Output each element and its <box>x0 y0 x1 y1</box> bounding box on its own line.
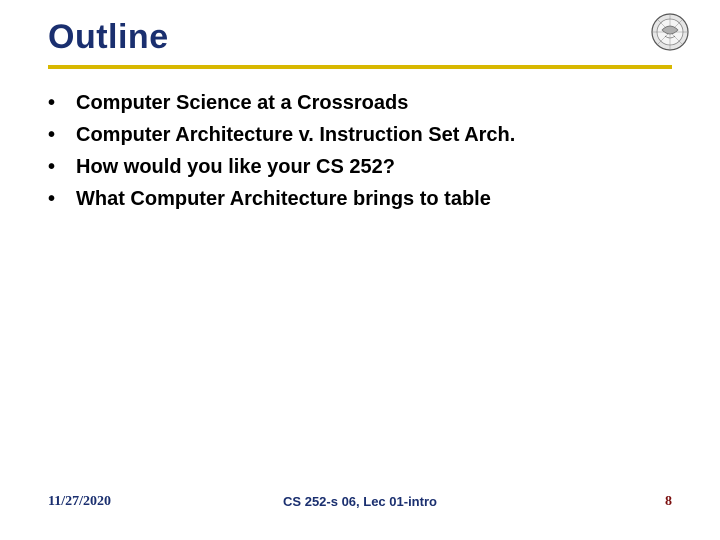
bullet-dot-icon: • <box>48 121 76 149</box>
bullet-dot-icon: • <box>48 153 76 181</box>
seal-icon <box>650 12 690 52</box>
bullet-text: How would you like your CS 252? <box>76 153 395 181</box>
content-area: • Computer Science at a Crossroads • Com… <box>0 69 720 213</box>
footer-page-number: 8 <box>665 494 672 510</box>
footer-date: 11/27/2020 <box>48 494 111 510</box>
footer-center: CS 252-s 06, Lec 01-intro <box>283 494 437 509</box>
list-item: • How would you like your CS 252? <box>48 153 690 181</box>
bullet-text: Computer Architecture v. Instruction Set… <box>76 121 515 149</box>
list-item: • Computer Science at a Crossroads <box>48 89 690 117</box>
bullet-text: What Computer Architecture brings to tab… <box>76 185 491 213</box>
bullet-dot-icon: • <box>48 89 76 117</box>
title-underline-wrap <box>0 57 720 69</box>
list-item: • What Computer Architecture brings to t… <box>48 185 690 213</box>
header-row: Outline <box>0 0 720 57</box>
bullet-dot-icon: • <box>48 185 76 213</box>
list-item: • Computer Architecture v. Instruction S… <box>48 121 690 149</box>
bullet-text: Computer Science at a Crossroads <box>76 89 408 117</box>
slide-title: Outline <box>48 18 169 57</box>
bullet-list: • Computer Science at a Crossroads • Com… <box>48 89 690 213</box>
footer: 11/27/2020 CS 252-s 06, Lec 01-intro 8 <box>0 494 720 510</box>
